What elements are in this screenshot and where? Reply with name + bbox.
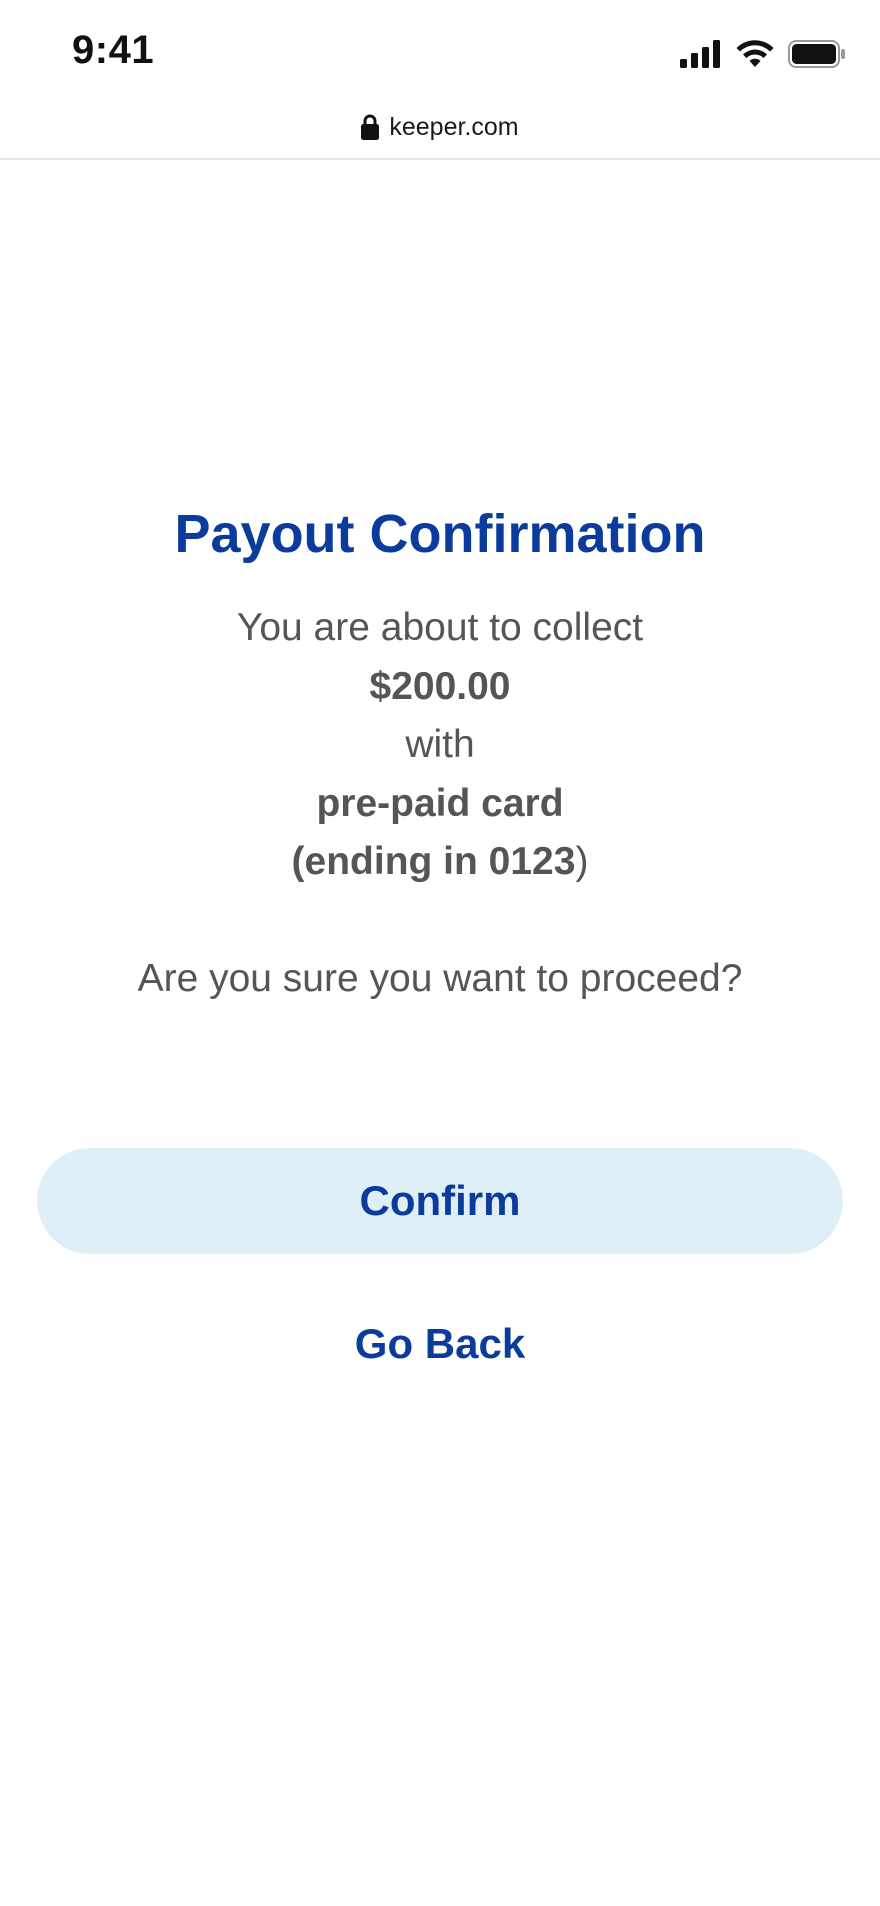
payout-amount: $200.00 [369,664,511,708]
url-text: keeper.com [389,112,519,141]
card-ending: (ending in 0123 [291,840,576,884]
proceed-question: Are you sure you want to proceed? [137,956,743,1000]
collect-text: You are about to collect [236,606,644,649]
card-ending-close: ) [575,840,589,884]
payout-method: pre-paid card [316,781,564,825]
url-bar[interactable]: keeper.com [0,96,880,160]
status-icons [680,38,846,70]
screen: 9:41 keeper.com Payout Confirmation You … [0,0,880,1906]
with-text: with [405,723,475,767]
go-back-link[interactable]: Go Back [290,1312,590,1376]
battery-icon [788,40,845,68]
wifi-icon [736,40,774,67]
confirm-button-label: Confirm [359,1177,521,1224]
signal-icon [680,40,720,68]
status-bar: 9:41 [0,0,880,100]
lock-icon [361,114,380,140]
status-time: 9:41 [72,28,155,72]
payout-confirmation-panel: Payout Confirmation You are about to col… [0,495,880,1008]
confirm-button[interactable]: Confirm [37,1148,843,1254]
page-title: Payout Confirmation [174,504,706,564]
card-ending-line: (ending in 0123) [0,833,880,892]
payout-message: You are about to collect $200.00 with pr… [0,599,880,892]
